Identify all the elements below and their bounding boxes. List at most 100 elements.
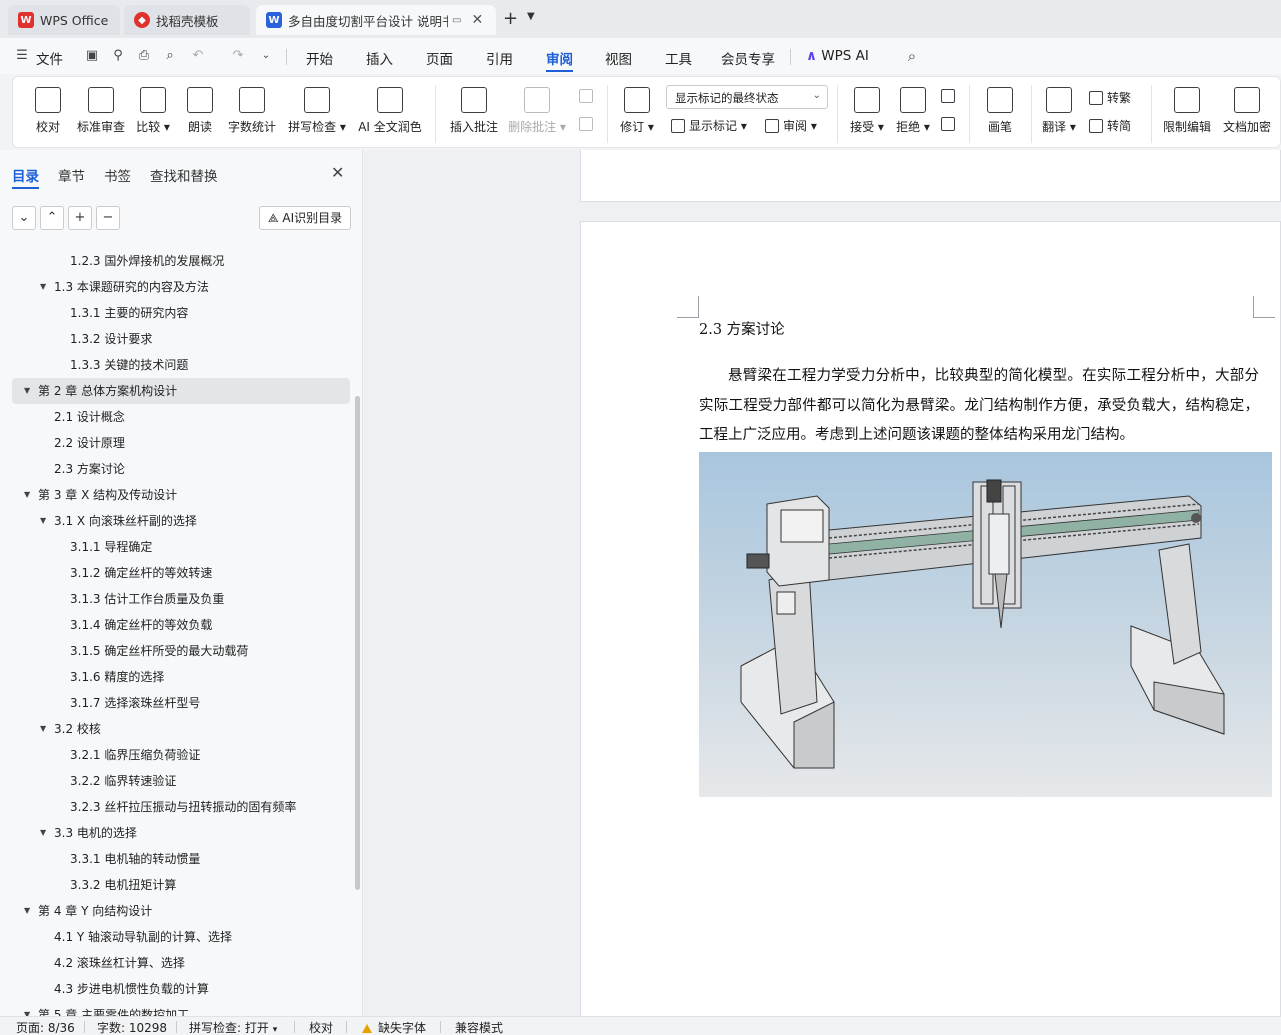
hamburger-icon[interactable]: ☰: [14, 48, 30, 64]
prev-comment-button[interactable]: [579, 89, 597, 103]
expand-triangle-icon[interactable]: ▼: [24, 898, 30, 924]
toc-item[interactable]: ▼ 第 3 章 X 结构及传动设计: [0, 482, 350, 508]
translate-button[interactable]: 翻译 ▾: [1039, 87, 1079, 135]
toc-item[interactable]: ▼ 3.2 校核: [0, 716, 350, 742]
ai-polish-button[interactable]: AI 全文润色: [355, 87, 425, 135]
new-tab-icon[interactable]: +: [503, 8, 518, 29]
scrollbar[interactable]: [355, 396, 360, 890]
toc-item[interactable]: ▼ 第 5 章 主要零件的数控加工: [0, 1002, 350, 1016]
more-chevron-icon[interactable]: ⌄: [258, 48, 274, 64]
expand-triangle-icon[interactable]: ▼: [40, 820, 46, 846]
proofread-button[interactable]: 校对: [31, 87, 65, 135]
expand-triangle-icon[interactable]: ▼: [24, 1002, 30, 1016]
missing-font-status[interactable]: 缺失字体: [362, 1019, 426, 1035]
print-icon[interactable]: ⎙: [136, 48, 152, 64]
ai-toc-button[interactable]: ⟁ AI识别目录: [259, 206, 351, 230]
expand-triangle-icon[interactable]: ▼: [24, 378, 30, 404]
menu-reference[interactable]: 引用: [486, 48, 513, 68]
insert-comment-button[interactable]: 插入批注: [447, 87, 501, 135]
tab-template[interactable]: ◆ 找稻壳模板: [124, 5, 250, 35]
toc-item[interactable]: ▼ 第 4 章 Y 向结构设计: [0, 898, 350, 924]
to-traditional-button[interactable]: 转繁: [1089, 89, 1131, 106]
spell-check-button[interactable]: 拼写检查 ▾: [287, 87, 347, 135]
toc-item[interactable]: 1.3.3 关键的技术问题: [0, 352, 350, 378]
menu-wps-ai[interactable]: ∧ WPS AI: [806, 48, 869, 64]
toc-item[interactable]: 1.3.2 设计要求: [0, 326, 350, 352]
spell-check-status[interactable]: 拼写检查: 打开 ▾: [189, 1019, 277, 1035]
menu-tools[interactable]: 工具: [665, 48, 692, 68]
menu-page[interactable]: 页面: [426, 48, 453, 68]
show-markup-button[interactable]: 显示标记 ▾: [671, 117, 747, 134]
expand-triangle-icon[interactable]: ▼: [40, 274, 46, 300]
remove-heading-icon[interactable]: −: [96, 206, 120, 230]
expand-down-icon[interactable]: ⌄: [12, 206, 36, 230]
menu-membership[interactable]: 会员专享: [721, 48, 775, 68]
toc-item[interactable]: 3.1.4 确定丝杆的等效负载: [0, 612, 350, 638]
toc-item[interactable]: 2.3 方案讨论: [0, 456, 350, 482]
add-heading-icon[interactable]: +: [68, 206, 92, 230]
undo-icon[interactable]: ↶: [190, 48, 206, 64]
toc-item[interactable]: ▼ 3.1 X 向滚珠丝杆副的选择: [0, 508, 350, 534]
expand-triangle-icon[interactable]: ▼: [40, 716, 46, 742]
accept-button[interactable]: 接受 ▾: [847, 87, 887, 135]
toc-item[interactable]: 4.2 滚珠丝杠计算、选择: [0, 950, 350, 976]
close-icon[interactable]: ✕: [471, 12, 483, 28]
gantry-machine-image[interactable]: [699, 452, 1272, 797]
panel-tab-toc[interactable]: 目录: [12, 165, 39, 185]
toc-item[interactable]: 3.3.1 电机轴的转动惯量: [0, 846, 350, 872]
toc-item[interactable]: 3.1.5 确定丝杆所受的最大动载荷: [0, 638, 350, 664]
review-pane-button[interactable]: 审阅 ▾: [765, 117, 817, 134]
next-comment-button[interactable]: [579, 117, 597, 131]
encrypt-button[interactable]: 文档加密: [1219, 87, 1275, 135]
toc-item[interactable]: 1.3.1 主要的研究内容: [0, 300, 350, 326]
next-change-button[interactable]: [941, 117, 959, 131]
expand-triangle-icon[interactable]: ▼: [40, 508, 46, 534]
toc-item[interactable]: 4.3 步进电机惯性负载的计算: [0, 976, 350, 1002]
page-indicator[interactable]: 页面: 8/36: [16, 1019, 75, 1035]
tab-wps-office[interactable]: W WPS Office: [8, 5, 120, 35]
toc-item[interactable]: 3.3.2 电机扭矩计算: [0, 872, 350, 898]
share-icon[interactable]: ⚲: [110, 48, 126, 64]
ink-button[interactable]: 画笔: [981, 87, 1019, 135]
menu-review[interactable]: 审阅: [546, 48, 573, 68]
toc-item[interactable]: 3.2.3 丝杆拉压振动与扭转振动的固有频率: [0, 794, 350, 820]
toc-item[interactable]: 3.2.2 临界转速验证: [0, 768, 350, 794]
read-aloud-button[interactable]: 朗读: [183, 87, 217, 135]
toc-item[interactable]: 3.2.1 临界压缩负荷验证: [0, 742, 350, 768]
toc-item[interactable]: ▼ 第 2 章 总体方案机构设计: [12, 378, 350, 404]
word-count-button[interactable]: 字数统计: [225, 87, 279, 135]
prev-change-button[interactable]: [941, 89, 959, 103]
toc-item[interactable]: 3.1.3 估计工作台质量及负重: [0, 586, 350, 612]
markup-display-select[interactable]: 显示标记的最终状态 ⌄: [666, 85, 828, 109]
standard-review-button[interactable]: 标准审查: [75, 87, 127, 135]
panel-tab-find-replace[interactable]: 查找和替换: [150, 165, 218, 185]
chevron-down-icon[interactable]: ▼: [527, 11, 535, 22]
proofread-status[interactable]: 校对: [309, 1019, 333, 1035]
body-paragraph[interactable]: 悬臂梁在工程力学受力分析中，比较典型的简化模型。在实际工程分析中，大部分实际工程…: [699, 362, 1259, 451]
menu-view[interactable]: 视图: [605, 48, 632, 68]
restrict-edit-button[interactable]: 限制编辑: [1159, 87, 1215, 135]
compare-button[interactable]: 比较 ▾: [135, 87, 171, 135]
track-changes-button[interactable]: 修订 ▾: [617, 87, 657, 135]
redo-icon[interactable]: ↷: [230, 48, 246, 64]
search-icon[interactable]: ⌕: [904, 48, 920, 64]
panel-tab-sections[interactable]: 章节: [58, 165, 85, 185]
toc-item[interactable]: ▼ 1.3 本课题研究的内容及方法: [0, 274, 350, 300]
print-preview-icon[interactable]: ⌕: [162, 48, 178, 64]
toc-item[interactable]: 2.1 设计概念: [0, 404, 350, 430]
toc-item[interactable]: 3.1.6 精度的选择: [0, 664, 350, 690]
expand-triangle-icon[interactable]: ▼: [24, 482, 30, 508]
tab-document[interactable]: W 多自由度切割平台设计 说明书 ▭ ✕: [256, 5, 496, 35]
toc-item[interactable]: 3.1.1 导程确定: [0, 534, 350, 560]
panel-tab-bookmarks[interactable]: 书签: [104, 165, 131, 185]
word-count-indicator[interactable]: 字数: 10298: [97, 1019, 167, 1035]
toc-item[interactable]: ▼ 3.3 电机的选择: [0, 820, 350, 846]
close-panel-icon[interactable]: ✕: [331, 163, 344, 182]
toc-item[interactable]: 3.1.7 选择滚珠丝杆型号: [0, 690, 350, 716]
section-heading[interactable]: 2.3 方案讨论: [699, 318, 785, 339]
menu-insert[interactable]: 插入: [366, 48, 393, 68]
toc-item[interactable]: 2.2 设计原理: [0, 430, 350, 456]
reject-button[interactable]: 拒绝 ▾: [893, 87, 933, 135]
toc-item[interactable]: 3.1.2 确定丝杆的等效转速: [0, 560, 350, 586]
toc-item[interactable]: 1.2.3 国外焊接机的发展概况: [0, 248, 350, 274]
